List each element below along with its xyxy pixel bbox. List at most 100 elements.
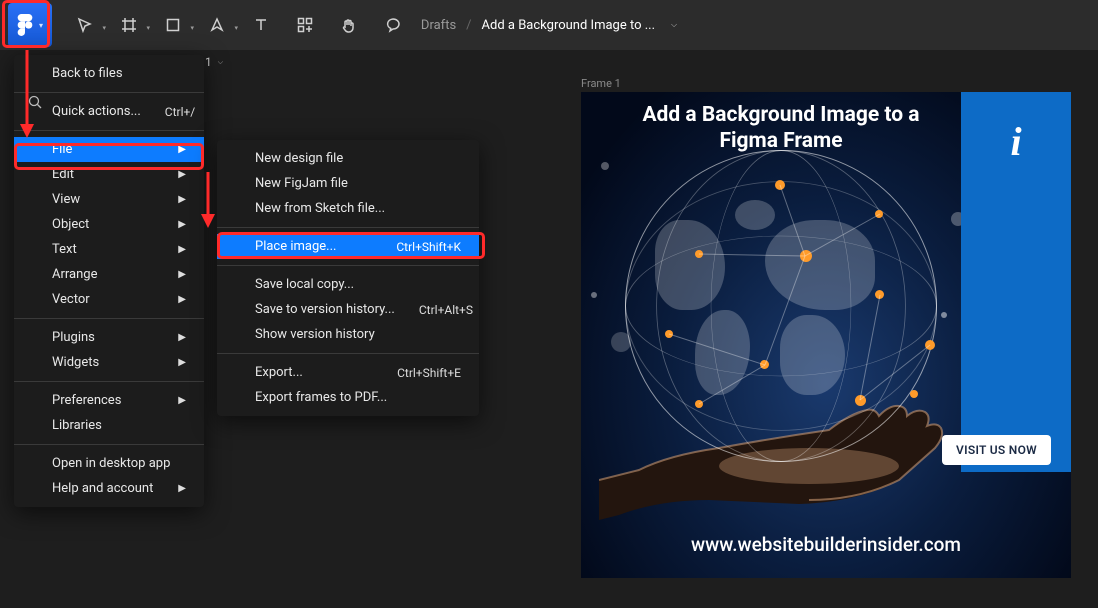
menu-file[interactable]: File ▶	[14, 137, 204, 162]
menu-label: Text	[52, 242, 77, 257]
comment-tool[interactable]	[382, 14, 404, 36]
menu-label: Save to version history...	[255, 302, 395, 317]
chevron-right-icon: ▶	[178, 269, 186, 280]
menu-label: View	[52, 192, 80, 207]
figma-menu-button[interactable]: ▾	[8, 3, 52, 47]
menu-separator	[14, 92, 204, 93]
submenu-save-local[interactable]: Save local copy...	[217, 272, 479, 297]
text-tool[interactable]	[250, 14, 272, 36]
shape-tool[interactable]: ▾	[162, 14, 184, 36]
menu-label: Libraries	[52, 418, 102, 433]
hand-tool[interactable]	[338, 14, 360, 36]
menu-separator	[217, 265, 479, 266]
menu-label: Arrange	[52, 267, 97, 282]
menu-object[interactable]: Object ▶	[14, 212, 204, 237]
submenu-show-version[interactable]: Show version history	[217, 322, 479, 347]
submenu-new-sketch[interactable]: New from Sketch file...	[217, 196, 479, 221]
breadcrumb: Drafts / Add a Background Image to ... ⌵	[421, 18, 677, 33]
menu-label: Save local copy...	[255, 277, 354, 292]
menu-label: Widgets	[52, 355, 99, 370]
resources-tool[interactable]	[294, 14, 316, 36]
chevron-right-icon: ▶	[178, 194, 186, 205]
search-icon	[28, 95, 42, 109]
submenu-new-figjam[interactable]: New FigJam file	[217, 171, 479, 196]
menu-vector[interactable]: Vector ▶	[14, 287, 204, 312]
menu-label: Export...	[255, 365, 303, 380]
menu-label: Show version history	[255, 327, 375, 342]
frame-url: www.websitebuilderinsider.com	[581, 533, 1071, 556]
menu-label: New design file	[255, 151, 343, 166]
file-submenu: New design file New FigJam file New from…	[217, 140, 479, 416]
submenu-save-version[interactable]: Save to version history... Ctrl+Alt+S	[217, 297, 479, 322]
menu-preferences[interactable]: Preferences ▶	[14, 388, 204, 413]
menu-text[interactable]: Text ▶	[14, 237, 204, 262]
chevron-right-icon: ▶	[178, 219, 186, 230]
figma-logo-icon	[17, 14, 33, 36]
menu-libraries[interactable]: Libraries	[14, 413, 204, 438]
menu-label: Place image...	[255, 239, 336, 254]
menu-plugins[interactable]: Plugins ▶	[14, 325, 204, 350]
menu-separator	[14, 130, 204, 131]
menu-label: New from Sketch file...	[255, 201, 385, 216]
menu-quick-actions[interactable]: Quick actions... Ctrl+/	[14, 99, 204, 124]
menu-shortcut: Ctrl+/	[165, 105, 195, 119]
frame-tool[interactable]: ▾	[118, 14, 140, 36]
menu-label: Edit	[52, 167, 74, 182]
chevron-down-icon: ⌵	[218, 58, 223, 67]
submenu-place-image[interactable]: Place image... Ctrl+Shift+K	[217, 234, 479, 259]
menu-view[interactable]: View ▶	[14, 187, 204, 212]
side-strip: i	[961, 92, 1071, 472]
page-label: 1	[205, 55, 212, 69]
menu-separator	[14, 318, 204, 319]
menu-label: Help and account	[52, 481, 153, 496]
submenu-new-design[interactable]: New design file	[217, 146, 479, 171]
menu-widgets[interactable]: Widgets ▶	[14, 350, 204, 375]
menu-shortcut: Ctrl+Shift+E	[397, 366, 461, 380]
menu-separator	[217, 227, 479, 228]
cta-button: VISIT US NOW	[942, 435, 1051, 465]
frame-label[interactable]: Frame 1	[581, 77, 621, 90]
menu-shortcut: Ctrl+Alt+S	[419, 303, 473, 317]
canvas-frame[interactable]: i Add a Background Image to a Figma Fram…	[581, 92, 1071, 578]
chevron-right-icon: ▶	[178, 294, 186, 305]
menu-back-to-files[interactable]: Back to files	[14, 61, 204, 86]
menu-help[interactable]: Help and account ▶	[14, 476, 204, 501]
menu-label: Preferences	[52, 393, 121, 408]
breadcrumb-drafts[interactable]: Drafts	[421, 18, 456, 33]
chevron-right-icon: ▶	[178, 483, 186, 494]
page-selector[interactable]: 1 ⌵	[205, 55, 223, 69]
menu-edit[interactable]: Edit ▶	[14, 162, 204, 187]
menu-label: Back to files	[52, 66, 123, 81]
breadcrumb-title[interactable]: Add a Background Image to ...	[482, 18, 655, 33]
menu-label: Open in desktop app	[52, 456, 170, 471]
menu-arrange[interactable]: Arrange ▶	[14, 262, 204, 287]
side-strip-letter: i	[1010, 118, 1021, 165]
chevron-down-icon[interactable]: ⌵	[671, 20, 677, 30]
chevron-right-icon: ▶	[178, 169, 186, 180]
frame-headline: Add a Background Image to a Figma Frame	[621, 102, 941, 155]
globe-graphic	[625, 150, 937, 462]
chevron-right-icon: ▶	[178, 144, 186, 155]
pen-tool[interactable]: ▾	[206, 14, 228, 36]
main-menu: Back to files Quick actions... Ctrl+/ Fi…	[14, 55, 204, 507]
chevron-right-icon: ▶	[178, 395, 186, 406]
menu-label: Plugins	[52, 330, 95, 345]
submenu-export-pdf[interactable]: Export frames to PDF...	[217, 385, 479, 410]
breadcrumb-separator: /	[466, 18, 471, 33]
menu-label: Object	[52, 217, 89, 232]
menu-separator	[14, 381, 204, 382]
chevron-right-icon: ▶	[178, 244, 186, 255]
chevron-down-icon: ▾	[39, 21, 43, 30]
menu-label: File	[52, 142, 72, 157]
menu-label: New FigJam file	[255, 176, 348, 191]
menu-label: Vector	[52, 292, 90, 307]
chevron-right-icon: ▶	[178, 332, 186, 343]
menu-shortcut: Ctrl+Shift+K	[396, 240, 461, 254]
submenu-export[interactable]: Export... Ctrl+Shift+E	[217, 360, 479, 385]
menu-label: Quick actions...	[52, 104, 141, 119]
chevron-right-icon: ▶	[178, 357, 186, 368]
menu-separator	[217, 353, 479, 354]
menu-label: Export frames to PDF...	[255, 390, 387, 405]
move-tool[interactable]: ▾	[74, 14, 96, 36]
menu-open-desktop[interactable]: Open in desktop app	[14, 451, 204, 476]
